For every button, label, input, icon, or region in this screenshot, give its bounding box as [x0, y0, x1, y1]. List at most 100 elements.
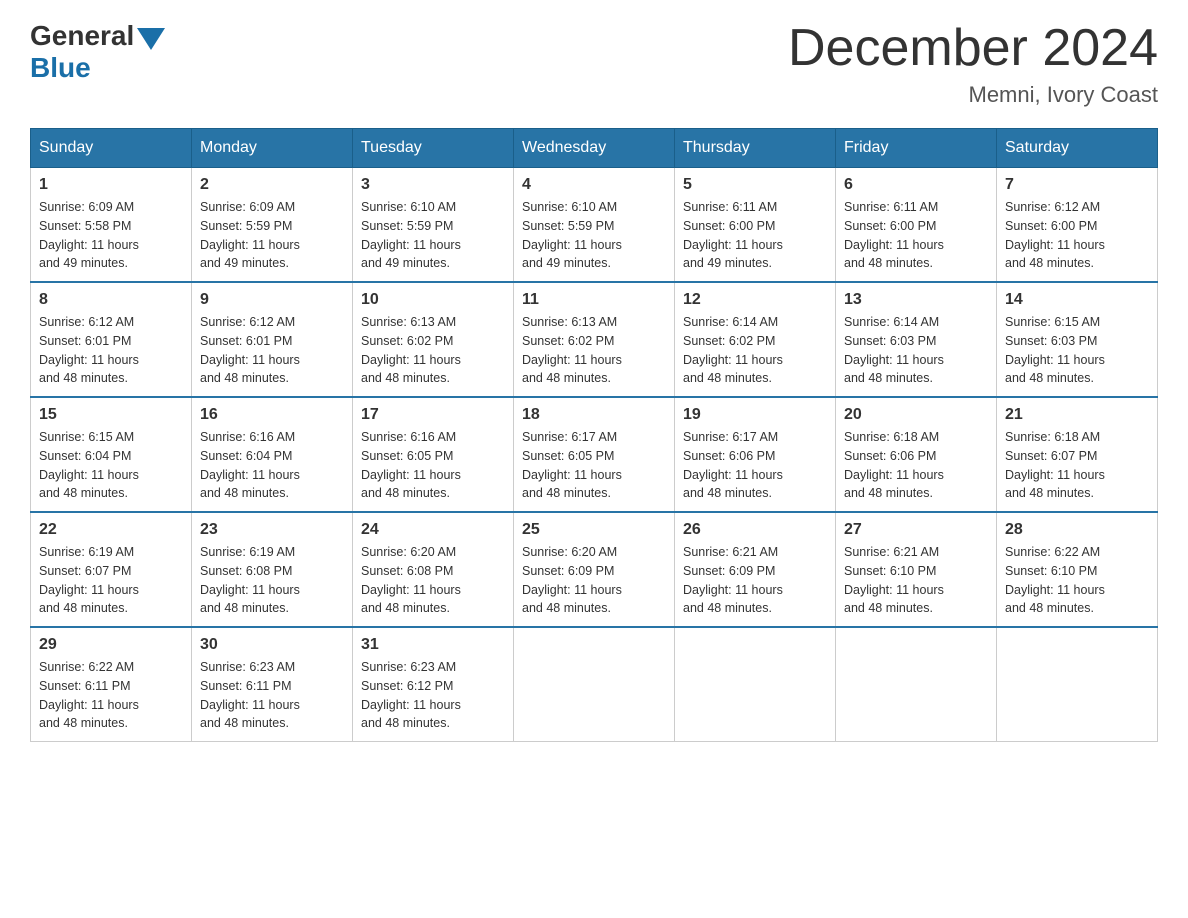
day-info: Sunrise: 6:16 AMSunset: 6:05 PMDaylight:… — [361, 428, 505, 503]
weekday-header-row: SundayMondayTuesdayWednesdayThursdayFrid… — [31, 129, 1158, 168]
calendar-cell — [997, 627, 1158, 742]
day-number: 21 — [1005, 406, 1149, 424]
day-info: Sunrise: 6:15 AMSunset: 6:04 PMDaylight:… — [39, 428, 183, 503]
logo-general-text: General — [30, 20, 134, 52]
day-number: 15 — [39, 406, 183, 424]
calendar-cell: 17 Sunrise: 6:16 AMSunset: 6:05 PMDayligh… — [353, 397, 514, 512]
day-info: Sunrise: 6:11 AMSunset: 6:00 PMDaylight:… — [683, 198, 827, 273]
calendar-table: SundayMondayTuesdayWednesdayThursdayFrid… — [30, 128, 1158, 742]
day-info: Sunrise: 6:22 AMSunset: 6:11 PMDaylight:… — [39, 658, 183, 733]
calendar-cell: 31 Sunrise: 6:23 AMSunset: 6:12 PMDayligh… — [353, 627, 514, 742]
calendar-week-row: 15 Sunrise: 6:15 AMSunset: 6:04 PMDayligh… — [31, 397, 1158, 512]
calendar-week-row: 1 Sunrise: 6:09 AMSunset: 5:58 PMDaylight… — [31, 168, 1158, 283]
day-number: 8 — [39, 291, 183, 309]
calendar-cell: 26 Sunrise: 6:21 AMSunset: 6:09 PMDayligh… — [675, 512, 836, 627]
day-number: 3 — [361, 176, 505, 194]
day-number: 29 — [39, 636, 183, 654]
calendar-week-row: 8 Sunrise: 6:12 AMSunset: 6:01 PMDaylight… — [31, 282, 1158, 397]
calendar-cell — [675, 627, 836, 742]
location: Memni, Ivory Coast — [788, 82, 1158, 108]
day-info: Sunrise: 6:23 AMSunset: 6:12 PMDaylight:… — [361, 658, 505, 733]
day-number: 7 — [1005, 176, 1149, 194]
day-info: Sunrise: 6:13 AMSunset: 6:02 PMDaylight:… — [361, 313, 505, 388]
day-number: 18 — [522, 406, 666, 424]
weekday-header-sunday: Sunday — [31, 129, 192, 168]
calendar-cell: 8 Sunrise: 6:12 AMSunset: 6:01 PMDaylight… — [31, 282, 192, 397]
day-number: 20 — [844, 406, 988, 424]
day-number: 11 — [522, 291, 666, 309]
logo-triangle-icon — [137, 28, 165, 50]
day-number: 12 — [683, 291, 827, 309]
calendar-cell: 12 Sunrise: 6:14 AMSunset: 6:02 PMDayligh… — [675, 282, 836, 397]
day-info: Sunrise: 6:19 AMSunset: 6:07 PMDaylight:… — [39, 543, 183, 618]
calendar-cell: 28 Sunrise: 6:22 AMSunset: 6:10 PMDayligh… — [997, 512, 1158, 627]
day-info: Sunrise: 6:09 AMSunset: 5:59 PMDaylight:… — [200, 198, 344, 273]
day-number: 10 — [361, 291, 505, 309]
calendar-cell: 30Sunrise: 6:23 AMSunset: 6:11 PMDayligh… — [192, 627, 353, 742]
day-number: 9 — [200, 291, 344, 309]
day-number: 1 — [39, 176, 183, 194]
calendar-week-row: 29 Sunrise: 6:22 AMSunset: 6:11 PMDayligh… — [31, 627, 1158, 742]
day-info: Sunrise: 6:14 AMSunset: 6:02 PMDaylight:… — [683, 313, 827, 388]
day-number: 28 — [1005, 521, 1149, 539]
day-info: Sunrise: 6:10 AMSunset: 5:59 PMDaylight:… — [522, 198, 666, 273]
day-number: 30 — [200, 636, 344, 654]
day-number: 17 — [361, 406, 505, 424]
day-info: Sunrise: 6:10 AMSunset: 5:59 PMDaylight:… — [361, 198, 505, 273]
calendar-cell: 27 Sunrise: 6:21 AMSunset: 6:10 PMDayligh… — [836, 512, 997, 627]
logo-blue-text: Blue — [30, 52, 91, 84]
calendar-cell: 4 Sunrise: 6:10 AMSunset: 5:59 PMDaylight… — [514, 168, 675, 283]
day-info: Sunrise: 6:16 AMSunset: 6:04 PMDaylight:… — [200, 428, 344, 503]
calendar-cell: 21Sunrise: 6:18 AMSunset: 6:07 PMDayligh… — [997, 397, 1158, 512]
calendar-week-row: 22Sunrise: 6:19 AMSunset: 6:07 PMDayligh… — [31, 512, 1158, 627]
day-number: 25 — [522, 521, 666, 539]
calendar-cell: 19 Sunrise: 6:17 AMSunset: 6:06 PMDayligh… — [675, 397, 836, 512]
calendar-cell: 13Sunrise: 6:14 AMSunset: 6:03 PMDayligh… — [836, 282, 997, 397]
weekday-header-friday: Friday — [836, 129, 997, 168]
calendar-cell: 29 Sunrise: 6:22 AMSunset: 6:11 PMDayligh… — [31, 627, 192, 742]
weekday-header-thursday: Thursday — [675, 129, 836, 168]
day-info: Sunrise: 6:12 AMSunset: 6:01 PMDaylight:… — [200, 313, 344, 388]
title-block: December 2024 Memni, Ivory Coast — [788, 20, 1158, 108]
calendar-cell: 11 Sunrise: 6:13 AMSunset: 6:02 PMDayligh… — [514, 282, 675, 397]
day-info: Sunrise: 6:13 AMSunset: 6:02 PMDaylight:… — [522, 313, 666, 388]
day-info: Sunrise: 6:21 AMSunset: 6:10 PMDaylight:… — [844, 543, 988, 618]
day-number: 13 — [844, 291, 988, 309]
day-info: Sunrise: 6:22 AMSunset: 6:10 PMDaylight:… — [1005, 543, 1149, 618]
day-number: 19 — [683, 406, 827, 424]
day-number: 31 — [361, 636, 505, 654]
calendar-cell: 18 Sunrise: 6:17 AMSunset: 6:05 PMDayligh… — [514, 397, 675, 512]
day-info: Sunrise: 6:18 AMSunset: 6:06 PMDaylight:… — [844, 428, 988, 503]
day-number: 27 — [844, 521, 988, 539]
day-info: Sunrise: 6:15 AMSunset: 6:03 PMDaylight:… — [1005, 313, 1149, 388]
calendar-cell — [514, 627, 675, 742]
weekday-header-tuesday: Tuesday — [353, 129, 514, 168]
calendar-cell — [836, 627, 997, 742]
day-number: 5 — [683, 176, 827, 194]
day-number: 26 — [683, 521, 827, 539]
calendar-cell: 9 Sunrise: 6:12 AMSunset: 6:01 PMDaylight… — [192, 282, 353, 397]
calendar-cell: 15 Sunrise: 6:15 AMSunset: 6:04 PMDayligh… — [31, 397, 192, 512]
calendar-cell: 6Sunrise: 6:11 AMSunset: 6:00 PMDaylight… — [836, 168, 997, 283]
calendar-cell: 2Sunrise: 6:09 AMSunset: 5:59 PMDaylight… — [192, 168, 353, 283]
calendar-cell: 24Sunrise: 6:20 AMSunset: 6:08 PMDayligh… — [353, 512, 514, 627]
calendar-cell: 3 Sunrise: 6:10 AMSunset: 5:59 PMDaylight… — [353, 168, 514, 283]
calendar-cell: 10 Sunrise: 6:13 AMSunset: 6:02 PMDayligh… — [353, 282, 514, 397]
day-info: Sunrise: 6:17 AMSunset: 6:05 PMDaylight:… — [522, 428, 666, 503]
calendar-cell: 16 Sunrise: 6:16 AMSunset: 6:04 PMDayligh… — [192, 397, 353, 512]
calendar-cell: 22Sunrise: 6:19 AMSunset: 6:07 PMDayligh… — [31, 512, 192, 627]
day-number: 4 — [522, 176, 666, 194]
day-info: Sunrise: 6:17 AMSunset: 6:06 PMDaylight:… — [683, 428, 827, 503]
day-info: Sunrise: 6:19 AMSunset: 6:08 PMDaylight:… — [200, 543, 344, 618]
day-number: 6 — [844, 176, 988, 194]
day-number: 24 — [361, 521, 505, 539]
day-info: Sunrise: 6:12 AMSunset: 6:01 PMDaylight:… — [39, 313, 183, 388]
day-info: Sunrise: 6:12 AMSunset: 6:00 PMDaylight:… — [1005, 198, 1149, 273]
day-info: Sunrise: 6:21 AMSunset: 6:09 PMDaylight:… — [683, 543, 827, 618]
day-number: 16 — [200, 406, 344, 424]
calendar-cell: 14Sunrise: 6:15 AMSunset: 6:03 PMDayligh… — [997, 282, 1158, 397]
day-info: Sunrise: 6:09 AMSunset: 5:58 PMDaylight:… — [39, 198, 183, 273]
month-title: December 2024 — [788, 20, 1158, 77]
day-info: Sunrise: 6:20 AMSunset: 6:09 PMDaylight:… — [522, 543, 666, 618]
weekday-header-wednesday: Wednesday — [514, 129, 675, 168]
